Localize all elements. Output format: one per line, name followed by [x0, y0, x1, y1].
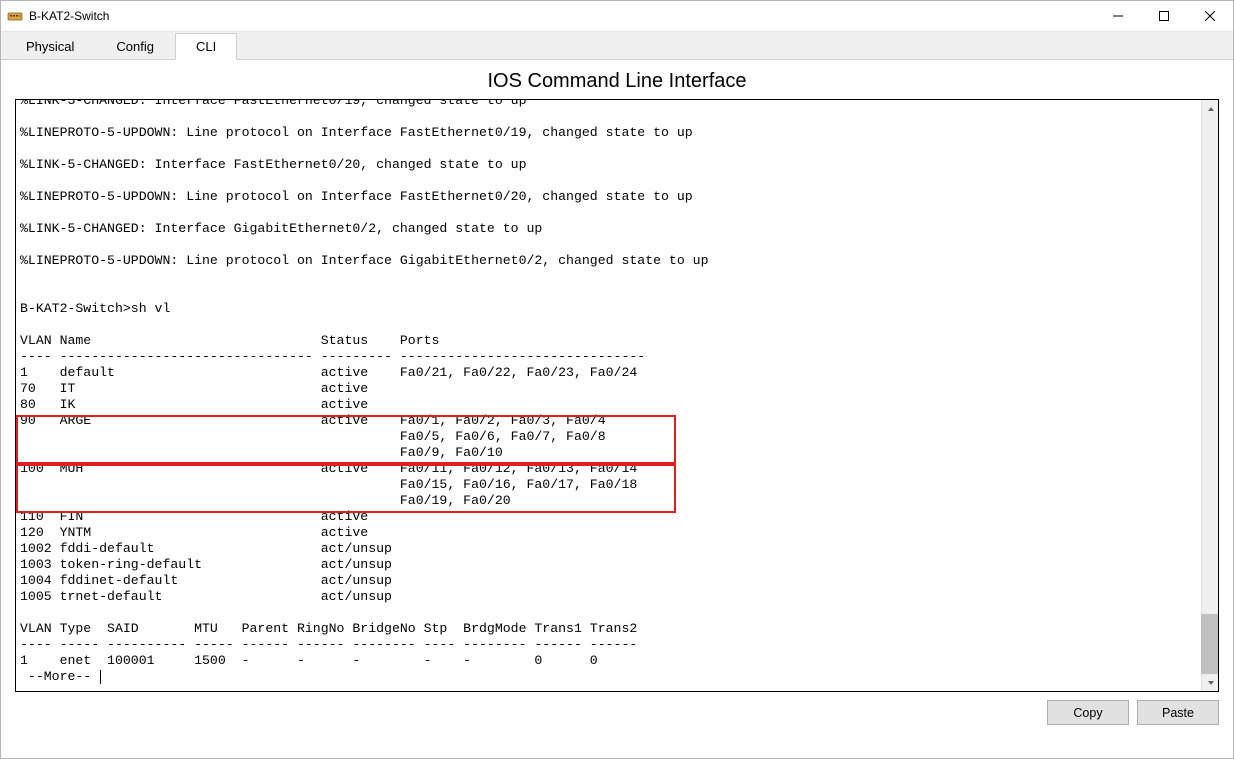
cli-terminal[interactable]: %LINK-5-CHANGED: Interface FastEthernet0… — [15, 99, 1219, 692]
bottom-bar: Copy Paste — [1, 692, 1233, 725]
minimize-button[interactable] — [1095, 1, 1141, 31]
app-icon — [7, 8, 23, 24]
window-controls — [1095, 1, 1233, 31]
scrollbar[interactable] — [1201, 100, 1218, 691]
tab-config[interactable]: Config — [95, 33, 175, 59]
cli-header: IOS Command Line Interface — [1, 60, 1233, 99]
tabbar: Physical Config CLI — [1, 32, 1233, 60]
tab-physical[interactable]: Physical — [5, 33, 95, 59]
close-button[interactable] — [1187, 1, 1233, 31]
window-title: B-KAT2-Switch — [29, 9, 1095, 23]
copy-button[interactable]: Copy — [1047, 700, 1129, 725]
titlebar: B-KAT2-Switch — [1, 1, 1233, 32]
cli-output: %LINK-5-CHANGED: Interface FastEthernet0… — [20, 99, 1218, 685]
tab-cli[interactable]: CLI — [175, 33, 237, 60]
paste-button[interactable]: Paste — [1137, 700, 1219, 725]
scroll-up-icon[interactable] — [1202, 100, 1219, 117]
scroll-down-icon[interactable] — [1202, 674, 1219, 691]
scroll-thumb[interactable] — [1201, 614, 1218, 674]
maximize-button[interactable] — [1141, 1, 1187, 31]
